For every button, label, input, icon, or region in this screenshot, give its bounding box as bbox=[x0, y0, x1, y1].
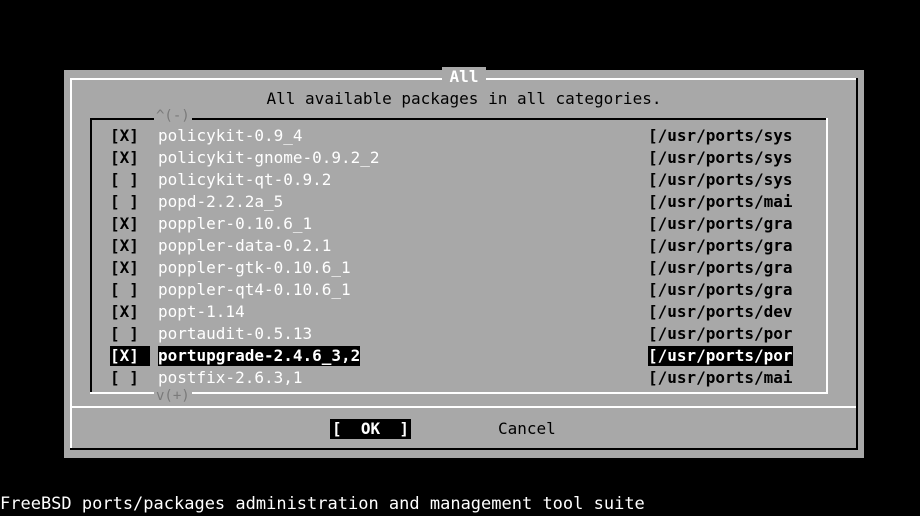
package-checkbox[interactable]: [ ] bbox=[110, 170, 150, 190]
dialog-title-text: All bbox=[441, 67, 487, 86]
package-row[interactable]: [X] poppler-gtk-0.10.6_1 [/usr/ports/gra bbox=[110, 258, 850, 278]
package-name: portaudit-0.5.13 bbox=[158, 324, 313, 343]
package-path: [/usr/ports/mai bbox=[648, 192, 793, 211]
package-checkbox[interactable]: [ ] bbox=[110, 324, 150, 344]
dialog-border-left bbox=[70, 78, 72, 450]
list-border-top bbox=[90, 118, 828, 120]
package-path: [/usr/ports/gra bbox=[648, 214, 793, 233]
package-row[interactable]: [ ] popd-2.2.2a_5 [/usr/ports/mai bbox=[110, 192, 850, 212]
package-name: poppler-data-0.2.1 bbox=[158, 236, 332, 255]
cancel-button[interactable]: Cancel bbox=[498, 419, 556, 439]
package-row[interactable]: [X] portupgrade-2.4.6_3,2 [/usr/ports/por bbox=[110, 346, 850, 366]
package-checkbox[interactable]: [ ] bbox=[110, 192, 150, 212]
package-checkbox[interactable]: [X] bbox=[110, 346, 150, 366]
package-name: popt-1.14 bbox=[158, 302, 245, 321]
list-border-bottom bbox=[90, 392, 828, 394]
package-path: [/usr/ports/dev bbox=[648, 302, 793, 321]
package-row[interactable]: [X] policykit-0.9_4 [/usr/ports/sys bbox=[110, 126, 850, 146]
package-checkbox[interactable]: [X] bbox=[110, 236, 150, 256]
package-list[interactable]: ^(-) v(+) [X] policykit-0.9_4 [/usr/ports/… bbox=[90, 108, 828, 404]
package-row[interactable]: [X] poppler-0.10.6_1 [/usr/ports/gra bbox=[110, 214, 850, 234]
package-checkbox[interactable]: [X] bbox=[110, 126, 150, 146]
package-checkbox[interactable]: [ ] bbox=[110, 368, 150, 388]
status-line: FreeBSD ports/packages administration an… bbox=[0, 494, 645, 514]
package-checkbox[interactable]: [X] bbox=[110, 302, 150, 322]
scroll-down-indicator[interactable]: v(+) bbox=[154, 388, 192, 404]
package-name: portupgrade-2.4.6_3,2 bbox=[158, 346, 361, 366]
package-name: poppler-0.10.6_1 bbox=[158, 214, 313, 233]
package-row[interactable]: [ ] poppler-qt4-0.10.6_1 [/usr/ports/gra bbox=[110, 280, 850, 300]
scroll-up-indicator[interactable]: ^(-) bbox=[154, 108, 192, 124]
package-name: policykit-0.9_4 bbox=[158, 126, 303, 145]
package-path: [/usr/ports/sys bbox=[648, 126, 793, 145]
package-checkbox[interactable]: [ ] bbox=[110, 280, 150, 300]
button-separator bbox=[72, 406, 856, 408]
package-name: policykit-gnome-0.9.2_2 bbox=[158, 148, 380, 167]
package-path: [/usr/ports/por bbox=[648, 346, 793, 366]
package-path: [/usr/ports/gra bbox=[648, 236, 793, 255]
package-path: [/usr/ports/sys bbox=[648, 170, 793, 189]
terminal-screen: All All available packages in all catego… bbox=[0, 0, 920, 516]
ok-button[interactable]: [ OK ] bbox=[330, 419, 412, 439]
package-path: [/usr/ports/por bbox=[648, 324, 793, 343]
package-checkbox[interactable]: [X] bbox=[110, 214, 150, 234]
package-name: policykit-qt-0.9.2 bbox=[158, 170, 332, 189]
package-checkbox[interactable]: [X] bbox=[110, 148, 150, 168]
package-path: [/usr/ports/mai bbox=[648, 368, 793, 387]
package-name: popd-2.2.2a_5 bbox=[158, 192, 284, 211]
package-name: poppler-gtk-0.10.6_1 bbox=[158, 258, 351, 277]
list-border-left bbox=[90, 118, 92, 394]
dialog-subtitle: All available packages in all categories… bbox=[266, 89, 662, 108]
package-name: postfix-2.6.3,1 bbox=[158, 368, 303, 387]
package-select-dialog: All All available packages in all catego… bbox=[64, 67, 864, 458]
package-name: poppler-qt4-0.10.6_1 bbox=[158, 280, 351, 299]
dialog-title: All bbox=[64, 67, 864, 86]
package-row[interactable]: [X] policykit-gnome-0.9.2_2 [/usr/ports/sy… bbox=[110, 148, 850, 168]
package-path: [/usr/ports/gra bbox=[648, 280, 793, 299]
package-checkbox[interactable]: [X] bbox=[110, 258, 150, 278]
package-row[interactable]: [X] poppler-data-0.2.1 [/usr/ports/gra bbox=[110, 236, 850, 256]
package-row[interactable]: [ ] policykit-qt-0.9.2 [/usr/ports/sys bbox=[110, 170, 850, 190]
package-row[interactable]: [ ] portaudit-0.5.13 [/usr/ports/por bbox=[110, 324, 850, 344]
package-path: [/usr/ports/gra bbox=[648, 258, 793, 277]
package-row[interactable]: [ ] postfix-2.6.3,1 [/usr/ports/mai bbox=[110, 368, 850, 388]
package-row[interactable]: [X] popt-1.14 [/usr/ports/dev bbox=[110, 302, 850, 322]
package-path: [/usr/ports/sys bbox=[648, 148, 793, 167]
button-bar: [ OK ] Cancel bbox=[64, 410, 864, 450]
dialog-border-right bbox=[856, 78, 858, 450]
